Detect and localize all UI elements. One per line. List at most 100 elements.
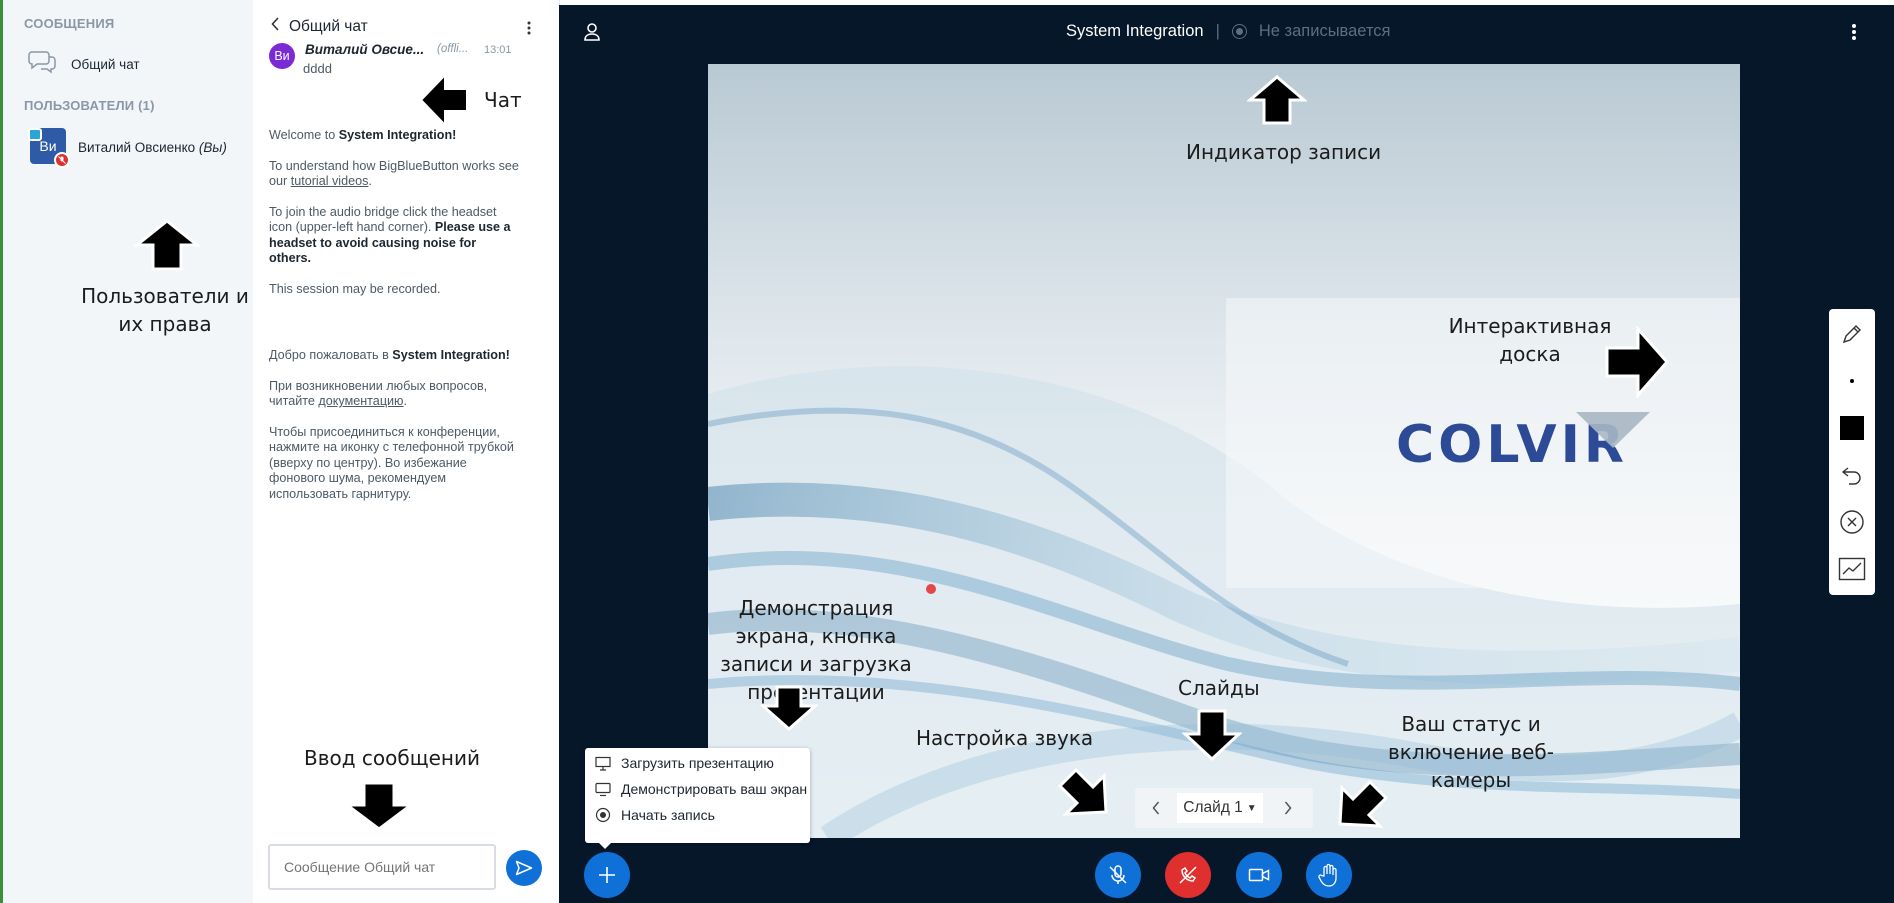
chat-bubbles-icon: [27, 48, 57, 81]
color-swatch-icon: [1840, 416, 1864, 440]
user-you-suffix: (Вы): [198, 140, 227, 155]
start-recording-item[interactable]: Начать запись: [585, 802, 810, 828]
next-slide-button[interactable]: [1263, 788, 1313, 828]
user-list-item[interactable]: Ви Виталий Овсиенко (Вы): [28, 128, 253, 172]
send-message-button[interactable]: [506, 850, 542, 886]
multi-user-whiteboard-button[interactable]: [1829, 546, 1875, 592]
welcome-ru-p2-end: .: [403, 394, 408, 408]
phone-hangup-icon: [1179, 866, 1197, 884]
recording-status: Не записывается: [1258, 22, 1391, 40]
chat-hide-button[interactable]: Общий чат: [271, 17, 368, 36]
pencil-icon: [1842, 325, 1861, 344]
welcome-message-ru: Добро пожаловать в System Integration! П…: [269, 348, 519, 502]
undo-icon: [1841, 467, 1861, 485]
annotation-audio-settings: Настройка звука: [916, 726, 1094, 750]
send-icon: [515, 860, 533, 876]
annotation-arrow-down-slides: [1181, 708, 1243, 767]
pencil-tool-button[interactable]: [1829, 311, 1875, 357]
raise-hand-button[interactable]: [1306, 852, 1352, 898]
slide-navigation: Слайд 1 ▼: [1135, 788, 1313, 828]
chat-options-button[interactable]: [524, 18, 534, 38]
thickness-dot-icon: [1850, 379, 1854, 383]
annotation-arrow-down-input: [342, 780, 416, 837]
annotation-slides: Слайды: [1178, 676, 1260, 700]
annotation-status-webcam: Ваш статус и включение веб-камеры: [1388, 712, 1554, 792]
recording-indicator-icon[interactable]: [1231, 24, 1247, 39]
hand-icon: [1318, 863, 1337, 887]
share-webcam-button[interactable]: [1236, 852, 1282, 898]
public-chat-label: Общий чат: [71, 57, 140, 72]
user-list-panel: СООБЩЕНИЯ Общий чат ПОЛЬЗОВАТЕЛИ (1) Ви …: [0, 0, 253, 903]
annotation-whiteboard: Интерактивная доска: [1448, 314, 1612, 366]
annotation-arrow-diag-webcam: [1334, 776, 1390, 835]
message-author-status: (offli...: [437, 43, 469, 55]
slide-select[interactable]: Слайд 1 ▼: [1177, 793, 1263, 823]
more-vertical-icon: [1852, 24, 1856, 40]
tutorial-videos-link[interactable]: tutorial videos: [291, 174, 369, 188]
user-list-toggle-button[interactable]: [583, 22, 601, 47]
annotation-arrow-down-actions: [759, 684, 819, 737]
options-menu-button[interactable]: [1851, 22, 1857, 47]
upload-presentation-label: Загрузить презентацию: [621, 755, 774, 771]
actions-button[interactable]: [584, 852, 630, 898]
welcome-en-p2-end: .: [368, 174, 372, 188]
annotation-recording-indicator: Индикатор записи: [1186, 140, 1382, 164]
user-icon: [584, 23, 600, 41]
welcome-ru-title: System Integration!: [392, 348, 510, 362]
annotation-chat: Чат: [484, 88, 522, 112]
message-author: Виталий Овсие...: [305, 42, 425, 57]
annotation-arrow-right-whiteboard: [1604, 325, 1670, 403]
meeting-title: System Integration: [1066, 22, 1204, 40]
upload-presentation-item[interactable]: Загрузить презентацию: [585, 750, 810, 776]
clear-all-button[interactable]: [1829, 499, 1875, 545]
actions-dropdown-menu: Загрузить презентацию Демонстрировать ва…: [585, 748, 810, 843]
start-recording-label: Начать запись: [621, 807, 715, 823]
chat-message-input[interactable]: [268, 844, 496, 890]
header-separator: |: [1215, 22, 1220, 40]
presentation-icon: [595, 756, 611, 771]
share-screen-item[interactable]: Демонстрировать ваш экран: [585, 776, 810, 802]
presenter-badge-icon: [28, 128, 42, 141]
mic-muted-badge-icon: [54, 152, 70, 168]
laser-pointer-dot: [926, 584, 936, 594]
user-name: Виталий Овсиенко: [78, 140, 196, 155]
user-name-row: Виталий Овсиенко (Вы): [78, 140, 227, 155]
message-text: dddd: [303, 61, 332, 76]
message-avatar: Ви: [269, 43, 295, 69]
video-camera-icon: [1248, 868, 1270, 882]
welcome-message-en: Welcome to System Integration! To unders…: [269, 128, 519, 297]
welcome-ru-p3: Чтобы присоединиться к конференции, нажм…: [269, 424, 514, 501]
meeting-header: System Integration | Не записывается: [1066, 22, 1391, 41]
thickness-tool-button[interactable]: [1829, 358, 1875, 404]
annotation-arrow-left: [418, 72, 470, 133]
chevron-left-icon: [1152, 801, 1160, 815]
color-tool-button[interactable]: [1829, 405, 1875, 451]
record-icon: [595, 807, 611, 823]
chevron-left-icon: [271, 17, 280, 36]
mute-microphone-button[interactable]: [1095, 852, 1141, 898]
microphone-muted-icon: [1109, 865, 1127, 884]
desktop-icon: [595, 782, 611, 796]
previous-slide-button[interactable]: [1135, 788, 1177, 828]
annotation-users: Пользователи и их права: [81, 284, 249, 336]
current-slide-label: Слайд 1: [1183, 799, 1243, 816]
chevron-right-icon: [1284, 801, 1292, 815]
annotation-arrow-up-users: [132, 218, 202, 277]
annotation-arrow-diag-audio: [1056, 764, 1112, 823]
caret-down-icon: ▼: [1246, 802, 1257, 814]
undo-button[interactable]: [1829, 452, 1875, 498]
welcome-ru-p1: Добро пожаловать в: [269, 348, 393, 362]
plus-icon: [599, 867, 615, 883]
share-screen-label: Демонстрировать ваш экран: [621, 781, 808, 797]
more-vertical-icon: [527, 21, 531, 35]
message-time: 13:01: [484, 44, 512, 56]
chart-line-icon: [1838, 557, 1866, 581]
documentation-link[interactable]: документацию: [318, 394, 403, 408]
chat-title: Общий чат: [289, 17, 368, 35]
public-chat-item[interactable]: Общий чат: [27, 48, 140, 81]
annotation-message-input: Ввод сообщений: [304, 746, 480, 770]
welcome-en-p1: Welcome to: [269, 128, 339, 142]
leave-audio-button[interactable]: [1165, 852, 1211, 898]
annotation-arrow-up-recording: [1245, 74, 1309, 131]
messages-section-header: СООБЩЕНИЯ: [24, 16, 115, 31]
